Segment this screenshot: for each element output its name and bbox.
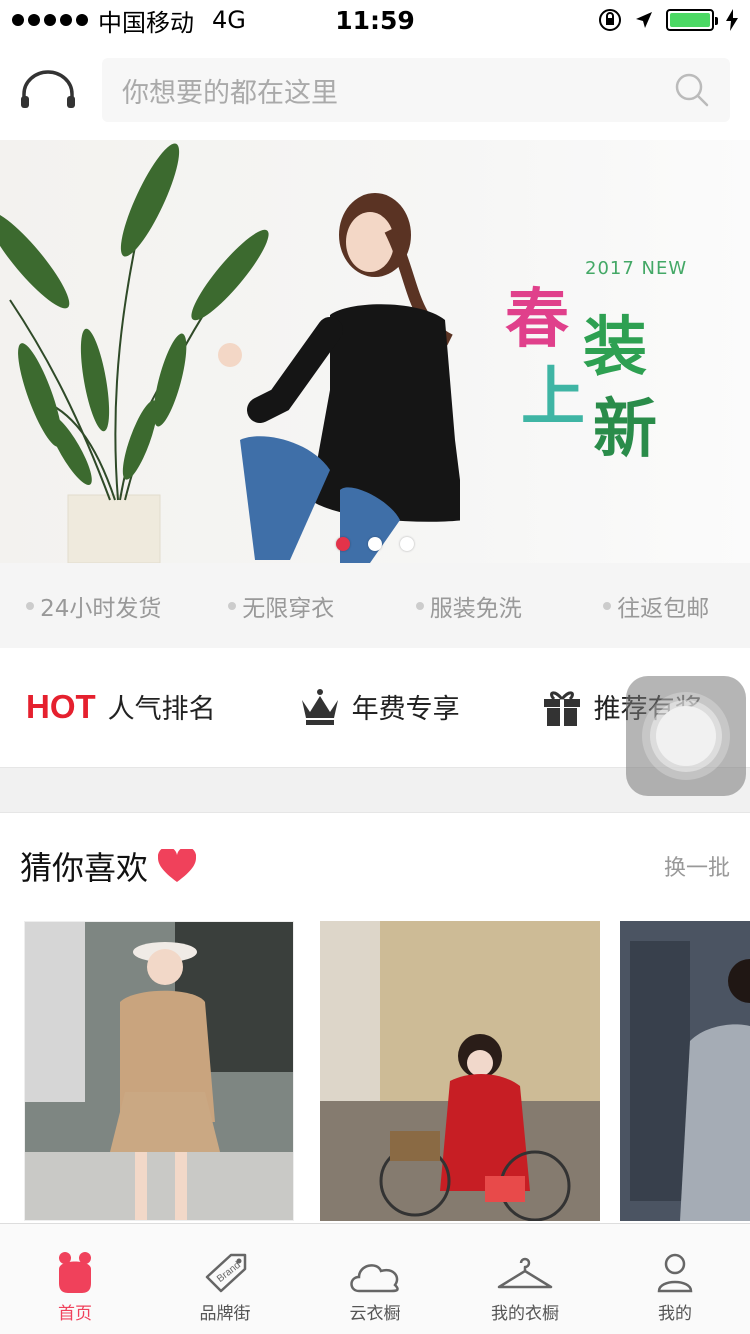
promo-text: 2017 NEW 春 装 上 新 [505, 258, 705, 467]
product-card[interactable] [620, 921, 750, 1221]
tab-label: 我的 [658, 1304, 692, 1324]
tab-label: 云衣橱 [349, 1304, 401, 1324]
svg-text:Brand: Brand [215, 1260, 243, 1285]
annual-vip-link[interactable]: 年费专享 [300, 687, 460, 726]
tab-my-wardrobe[interactable]: 我的衣橱 [450, 1224, 600, 1334]
tab-me[interactable]: 我的 [600, 1224, 750, 1334]
section-title: 猜你喜欢 [20, 849, 149, 887]
pager-dot[interactable] [368, 537, 382, 551]
tab-label: 品牌街 [199, 1304, 251, 1324]
crown-icon [301, 688, 338, 725]
tab-brand-street[interactable]: Brand 品牌街 [150, 1224, 300, 1334]
product-image [620, 921, 750, 1221]
annual-vip-label: 年费专享 [351, 694, 460, 725]
headset-icon[interactable] [20, 70, 76, 110]
cloud-icon [350, 1264, 399, 1293]
promo-char-4: 新 [593, 392, 657, 467]
feature-item: 往返包邮 [563, 589, 750, 623]
hanger-icon [497, 1257, 553, 1289]
user-icon [657, 1253, 693, 1293]
battery-icon [666, 9, 718, 31]
tab-label: 我的衣橱 [491, 1304, 559, 1324]
search-icon[interactable] [674, 72, 710, 108]
guess-you-like-header: 猜你喜欢 换一批 [0, 811, 750, 921]
product-image [25, 922, 293, 1220]
tab-label: 首页 [58, 1304, 92, 1324]
bottom-tab-bar: 首页 Brand 品牌街 云衣橱 我的衣橱 我的 [0, 1223, 750, 1334]
clock: 11:59 [335, 5, 415, 35]
hot-badge: HOT [26, 687, 96, 725]
search-input[interactable]: 你想要的都在这里 [102, 58, 730, 122]
status-bar: 中国移动 4G 11:59 [0, 0, 750, 40]
model-illustration [218, 193, 460, 563]
feature-item: 无限穿衣 [188, 589, 376, 623]
product-card[interactable] [320, 921, 600, 1221]
banner-pager[interactable] [336, 537, 414, 551]
tab-cloud-wardrobe[interactable]: 云衣橱 [300, 1224, 450, 1334]
service-features: 24小时发货 无限穿衣 服装免洗 往返包邮 [0, 563, 750, 648]
home-bear-icon [59, 1252, 91, 1293]
brand-tag-icon: Brand [205, 1253, 247, 1293]
refresh-button[interactable]: 换一批 [664, 850, 730, 882]
promo-char-3: 上 [521, 360, 585, 435]
assistive-touch-button[interactable] [626, 676, 746, 796]
popular-ranking-link[interactable]: HOT 人气排名 [26, 687, 216, 726]
promo-banner[interactable]: 2017 NEW 春 装 上 新 [0, 140, 750, 563]
product-carousel [0, 921, 750, 1221]
feature-item: 服装免洗 [375, 589, 563, 623]
promo-char-2: 装 [583, 310, 647, 385]
search-placeholder: 你想要的都在这里 [122, 77, 338, 109]
product-image [320, 921, 600, 1221]
pager-dot[interactable] [400, 537, 414, 551]
top-header: 你想要的都在这里 [0, 40, 750, 140]
popular-ranking-label: 人气排名 [107, 694, 216, 725]
pager-dot-active[interactable] [336, 537, 350, 551]
gift-icon [543, 691, 580, 726]
feature-item: 24小时发货 [0, 589, 188, 623]
product-card[interactable] [24, 921, 294, 1221]
tab-home[interactable]: 首页 [0, 1224, 150, 1334]
heart-icon [158, 849, 197, 882]
promo-tag: 2017 NEW [585, 258, 688, 279]
